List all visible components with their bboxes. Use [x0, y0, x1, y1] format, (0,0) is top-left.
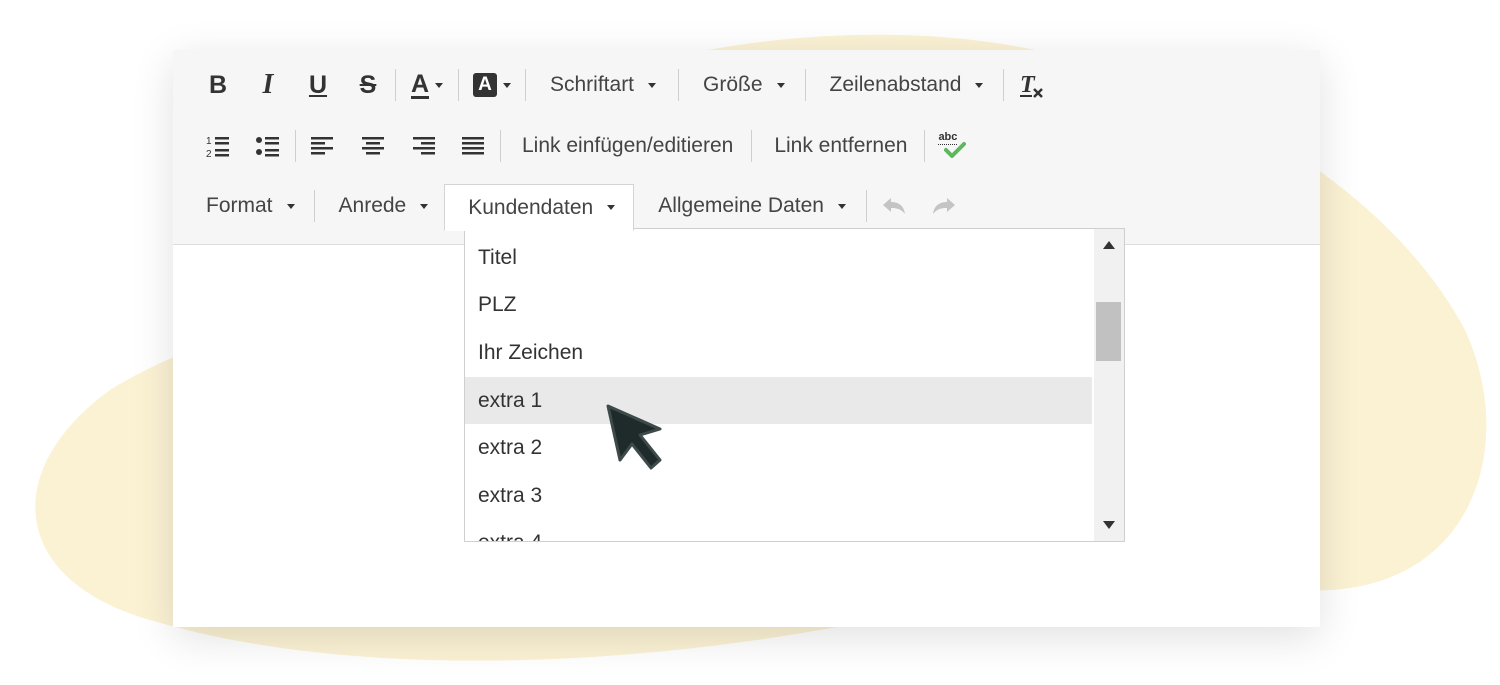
rich-text-editor: B I U S A A Schriftart Größe Zeilenabsta…	[173, 50, 1320, 627]
toolbar-separator	[313, 190, 315, 222]
numbered-list-button[interactable]: 1 2	[193, 124, 243, 168]
scrollbar-thumb[interactable]	[1096, 302, 1121, 361]
menu-item-plz[interactable]: PLZ	[465, 281, 1092, 328]
menu-item-extra-1[interactable]: extra 1	[465, 377, 1092, 424]
line-height-dropdown[interactable]: Zeilenabstand	[808, 63, 1002, 107]
align-center-button[interactable]	[348, 124, 398, 168]
check-icon	[944, 142, 967, 158]
editor-toolbar: B I U S A A Schriftart Größe Zeilenabsta…	[173, 50, 1320, 245]
align-left-icon	[311, 137, 333, 155]
toolbar-separator	[865, 190, 867, 222]
caret-down-icon	[607, 205, 616, 210]
toolbar-separator	[751, 130, 753, 162]
caret-down-icon	[286, 203, 295, 209]
italic-button[interactable]: I	[243, 63, 293, 107]
strikethrough-button[interactable]: S	[343, 63, 393, 107]
remove-link-label: Link entfernen	[774, 134, 908, 157]
spellcheck-icon: abc	[936, 131, 968, 161]
menu-item-titel[interactable]: Titel	[465, 234, 1092, 281]
underline-button[interactable]: U	[293, 63, 343, 107]
menu-item-ihr-zeichen[interactable]: Ihr Zeichen	[465, 329, 1092, 376]
toolbar-separator	[1003, 69, 1005, 101]
text-color-button[interactable]: A	[398, 63, 456, 107]
svg-text:1: 1	[206, 136, 212, 147]
font-family-dropdown[interactable]: Schriftart	[528, 63, 676, 107]
toolbar-separator	[924, 130, 926, 162]
undo-button[interactable]	[869, 184, 919, 228]
svg-text:2: 2	[206, 149, 212, 159]
scroll-up-arrow-icon[interactable]	[1103, 241, 1115, 249]
toolbar-separator	[525, 69, 526, 101]
format-label: Format	[206, 194, 273, 217]
italic-icon: I	[262, 69, 274, 100]
general-data-label: Allgemeine Daten	[658, 194, 824, 217]
toolbar-separator	[395, 69, 396, 101]
toolbar-separator	[678, 69, 680, 101]
toolbar-row-3: Format Anrede Kundendaten Allgemeine Dat…	[193, 184, 969, 231]
menu-item-extra-2[interactable]: extra 2	[465, 424, 1092, 471]
redo-icon	[932, 198, 955, 214]
customer-data-label: Kundendaten	[468, 195, 594, 219]
bullet-list-icon	[256, 137, 279, 157]
insert-link-label: Link einfügen/editieren	[522, 134, 734, 157]
caret-down-icon	[420, 203, 429, 209]
toolbar-separator	[804, 69, 806, 101]
spellcheck-button[interactable]: abc	[927, 124, 977, 168]
insert-link-button[interactable]: Link einfügen/editieren	[503, 124, 749, 168]
underline-icon: U	[308, 70, 328, 99]
remove-link-button[interactable]: Link entfernen	[754, 124, 922, 168]
align-right-icon	[413, 137, 435, 155]
salutation-label: Anrede	[338, 194, 407, 217]
caret-down-icon	[435, 82, 444, 88]
bold-button[interactable]: B	[193, 63, 243, 107]
caret-down-icon	[503, 82, 511, 88]
general-data-dropdown[interactable]: Allgemeine Daten	[634, 184, 864, 228]
toolbar-separator	[295, 130, 296, 162]
caret-down-icon	[776, 82, 785, 88]
clear-formatting-button[interactable]: T	[1006, 63, 1056, 107]
svg-text:T: T	[1020, 72, 1036, 98]
customer-data-dropdown[interactable]: Kundendaten	[444, 184, 635, 231]
toolbar-separator	[458, 69, 459, 101]
scroll-down-arrow-icon[interactable]	[1103, 521, 1115, 529]
menu-scrollbar[interactable]	[1094, 229, 1124, 541]
mouse-pointer-icon	[606, 404, 662, 470]
font-family-label: Schriftart	[550, 73, 635, 96]
align-center-icon	[362, 137, 384, 155]
toolbar-row-2: 1 2 Link einfügen/editieren Link entfern…	[193, 124, 977, 168]
toolbar-row-1: B I U S A A Schriftart Größe Zeilenabsta…	[193, 63, 1056, 107]
background-color-icon: A	[473, 73, 497, 97]
caret-down-icon	[648, 82, 657, 88]
format-dropdown[interactable]: Format	[193, 184, 312, 228]
bold-icon: B	[208, 70, 228, 99]
strikethrough-icon: S	[359, 70, 377, 99]
line-height-label: Zeilenabstand	[829, 73, 962, 96]
numbered-list-icon: 1 2	[206, 136, 229, 159]
menu-item-extra-3[interactable]: extra 3	[465, 472, 1092, 519]
align-left-button[interactable]	[298, 124, 348, 168]
toolbar-separator	[500, 130, 501, 162]
bullet-list-button[interactable]	[243, 124, 293, 168]
font-size-label: Größe	[703, 73, 763, 96]
align-right-button[interactable]	[398, 124, 448, 168]
menu-item-extra-4[interactable]: extra 4	[465, 519, 1092, 542]
clear-formatting-icon: T	[1020, 72, 1044, 98]
font-size-dropdown[interactable]: Größe	[681, 63, 803, 107]
caret-down-icon	[975, 82, 984, 88]
align-justify-icon	[462, 137, 484, 155]
undo-icon	[882, 198, 905, 214]
background-color-button[interactable]: A	[461, 63, 523, 107]
redo-button[interactable]	[919, 184, 969, 228]
text-color-icon: A	[410, 69, 430, 99]
align-justify-button[interactable]	[448, 124, 498, 168]
caret-down-icon	[837, 203, 846, 209]
customer-data-menu: Titel PLZ Ihr Zeichen extra 1 extra 2 ex…	[464, 228, 1125, 542]
salutation-dropdown[interactable]: Anrede	[317, 184, 445, 228]
